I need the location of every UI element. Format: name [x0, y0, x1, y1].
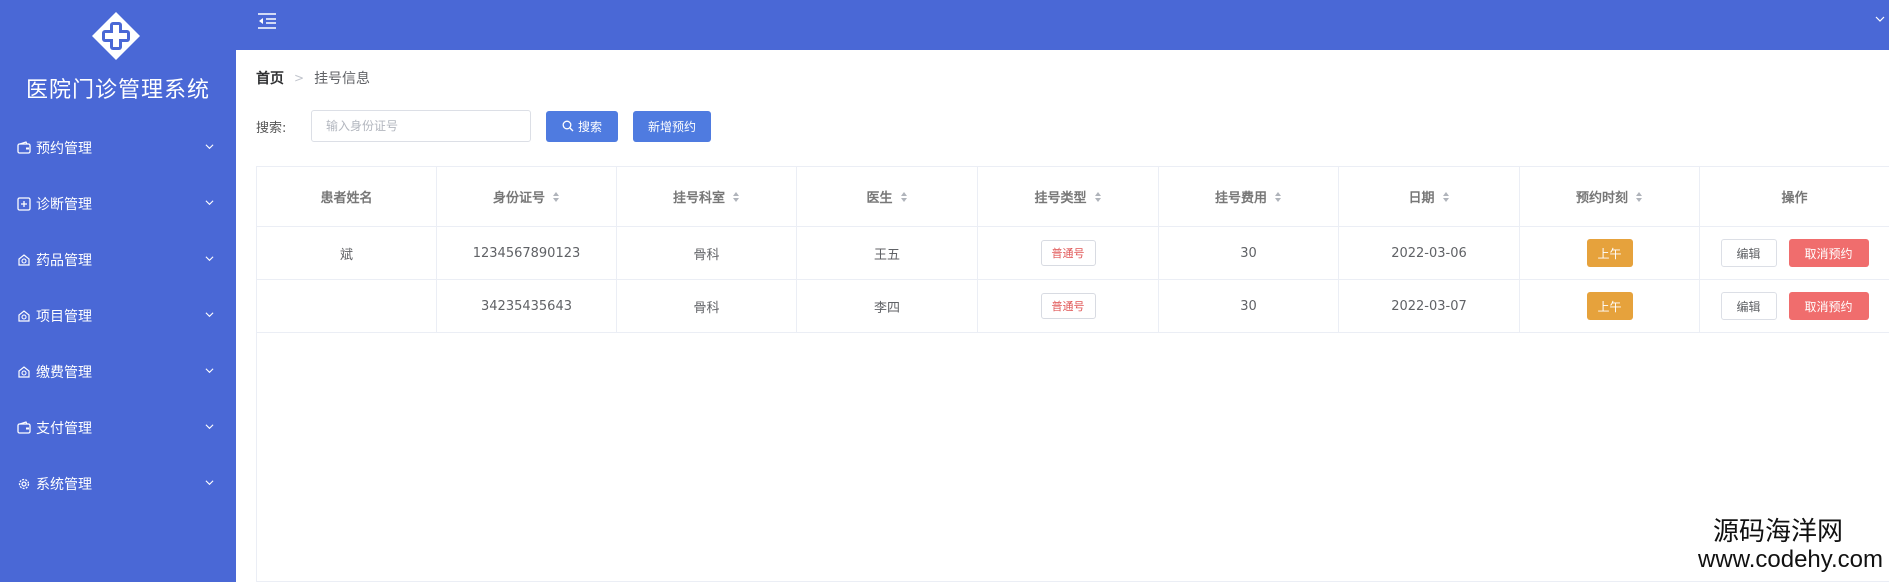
column-header[interactable]: 身份证号 — [437, 167, 617, 226]
hospital-cross-logo-icon — [92, 12, 140, 60]
sort-icon[interactable] — [552, 191, 560, 203]
sort-icon[interactable] — [900, 191, 908, 203]
cell-department: 骨科 — [617, 280, 797, 332]
registration-table: 患者姓名 身份证号 挂号科室 医生 挂号类型 挂号费用 日期 预约时刻 操作 斌… — [256, 166, 1889, 582]
sidebar-item-fee[interactable]: 缴费管理 — [0, 344, 236, 400]
chevron-down-icon — [205, 256, 214, 262]
medicine-icon — [18, 310, 30, 322]
sidebar-item-label: 预约管理 — [36, 141, 92, 157]
edit-button[interactable]: 编辑 — [1720, 292, 1777, 320]
sort-icon[interactable] — [732, 191, 740, 203]
add-appointment-button[interactable]: 新增预约 — [633, 110, 711, 142]
search-button-label: 搜索 — [577, 119, 602, 134]
sort-icon[interactable] — [1094, 191, 1102, 203]
sort-icon[interactable] — [1274, 191, 1282, 203]
wallet-icon — [17, 421, 31, 434]
sidebar-item-label: 缴费管理 — [36, 365, 92, 381]
search-bar: 搜索: 搜索 新增预约 — [256, 110, 711, 142]
cell-actions: 编辑 取消预约 — [1700, 280, 1889, 332]
sidebar-item-label: 系统管理 — [36, 477, 92, 493]
cell-time: 上午 — [1520, 280, 1700, 332]
breadcrumb-separator: > — [294, 71, 305, 85]
sidebar-item-system[interactable]: 系统管理 — [0, 456, 236, 512]
cell-patient-name: 斌 — [257, 227, 437, 279]
chevron-down-icon — [205, 200, 214, 206]
column-header[interactable]: 挂号科室 — [617, 167, 797, 226]
watermark: 源码海洋网 www.codehy.com — [1698, 516, 1883, 574]
cell-fee: 30 — [1159, 227, 1339, 279]
chevron-down-icon — [205, 368, 214, 374]
column-header[interactable]: 预约时刻 — [1520, 167, 1700, 226]
wallet-icon — [17, 141, 31, 154]
sidebar-item-diagnosis[interactable]: 诊断管理 — [0, 176, 236, 232]
medicine-icon — [18, 366, 30, 378]
app-title: 医院门诊管理系统 — [25, 78, 210, 103]
column-header[interactable]: 医生 — [797, 167, 978, 226]
cell-date: 2022-03-07 — [1339, 280, 1520, 332]
table-header: 患者姓名 身份证号 挂号科室 医生 挂号类型 挂号费用 日期 预约时刻 操作 — [257, 167, 1889, 227]
sidebar-item-label: 诊断管理 — [36, 197, 92, 213]
watermark-line-1: 源码海洋网 — [1712, 516, 1843, 546]
sort-icon[interactable] — [1442, 191, 1450, 203]
breadcrumb: 首页 > 挂号信息 — [256, 68, 370, 88]
chevron-down-icon — [205, 424, 214, 430]
search-icon — [562, 120, 574, 132]
cell-type: 普通号 — [978, 227, 1159, 279]
cell-time: 上午 — [1520, 227, 1700, 279]
cell-type: 普通号 — [978, 280, 1159, 332]
registration-type-tag: 普通号 — [1040, 240, 1096, 266]
sidebar-toggle-icon[interactable] — [256, 10, 278, 32]
cancel-appointment-button[interactable]: 取消预约 — [1788, 292, 1869, 320]
sidebar-menu: 预约管理 诊断管理 药品管理 项目管理 缴费管理 支付管理 系统管理 — [0, 120, 236, 512]
watermark-line-2: www.codehy.com — [1698, 546, 1883, 573]
sidebar-item-medicine[interactable]: 药品管理 — [0, 232, 236, 288]
cancel-appointment-button[interactable]: 取消预约 — [1788, 239, 1869, 267]
chevron-down-icon — [205, 144, 214, 150]
search-button[interactable]: 搜索 — [546, 110, 618, 142]
chevron-down-icon — [205, 480, 214, 486]
column-header: 患者姓名 — [257, 167, 437, 226]
sidebar-item-label: 药品管理 — [36, 253, 92, 269]
medicine-icon — [18, 254, 30, 266]
breadcrumb-home[interactable]: 首页 — [256, 68, 284, 88]
sidebar: 医院门诊管理系统 预约管理 诊断管理 药品管理 项目管理 缴费管理 支付管理 系… — [0, 0, 236, 582]
chevron-down-icon — [205, 312, 214, 318]
sidebar-item-label: 项目管理 — [36, 309, 92, 325]
time-slot-tag: 上午 — [1586, 292, 1633, 320]
breadcrumb-current: 挂号信息 — [314, 71, 371, 87]
sidebar-item-label: 支付管理 — [36, 421, 92, 437]
column-header: 操作 — [1700, 167, 1889, 226]
time-slot-tag: 上午 — [1586, 239, 1633, 267]
cell-fee: 30 — [1159, 280, 1339, 332]
edit-button[interactable]: 编辑 — [1720, 239, 1777, 267]
plus-square-icon — [17, 197, 31, 211]
cell-id-number: 1234567890123 — [437, 227, 617, 279]
sidebar-item-project[interactable]: 项目管理 — [0, 288, 236, 344]
cell-patient-name — [257, 280, 437, 332]
cell-id-number: 34235435643 — [437, 280, 617, 332]
cell-doctor: 王五 — [797, 227, 978, 279]
column-header[interactable]: 日期 — [1339, 167, 1520, 226]
search-input[interactable] — [311, 110, 531, 142]
cell-department: 骨科 — [617, 227, 797, 279]
cell-doctor: 李四 — [797, 280, 978, 332]
cell-date: 2022-03-06 — [1339, 227, 1520, 279]
sort-icon[interactable] — [1635, 191, 1643, 203]
registration-type-tag: 普通号 — [1040, 293, 1096, 319]
main-content: 首页 > 挂号信息 搜索: 搜索 新增预约 患者姓名 身份证号 挂号科室 医生 … — [236, 50, 1889, 582]
topbar — [236, 0, 1889, 50]
gear-icon — [18, 478, 30, 490]
chevron-down-icon[interactable] — [1875, 14, 1885, 24]
search-label: 搜索: — [256, 120, 287, 136]
table-row: 斌 1234567890123 骨科 王五 普通号 30 2022-03-06 … — [257, 227, 1889, 280]
sidebar-item-appointment[interactable]: 预约管理 — [0, 120, 236, 176]
column-header[interactable]: 挂号费用 — [1159, 167, 1339, 226]
cell-actions: 编辑 取消预约 — [1700, 227, 1889, 279]
column-header[interactable]: 挂号类型 — [978, 167, 1159, 226]
sidebar-item-payment[interactable]: 支付管理 — [0, 400, 236, 456]
table-row: 34235435643 骨科 李四 普通号 30 2022-03-07 上午 编… — [257, 280, 1889, 333]
